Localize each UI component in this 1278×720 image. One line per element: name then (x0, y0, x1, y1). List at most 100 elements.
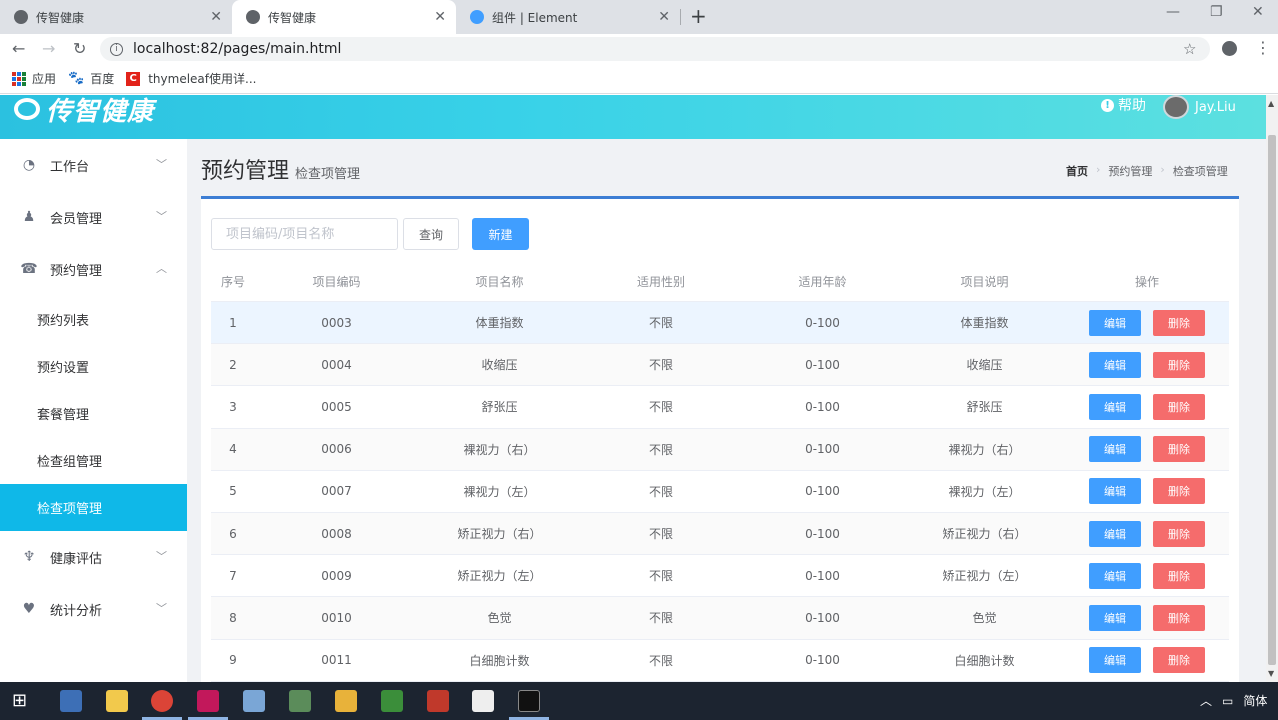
sidebar-item-checkitem-management[interactable]: 检查项管理 (0, 484, 187, 531)
url-field[interactable]: i localhost:82/pages/main.html (100, 37, 1210, 61)
sidebar-item-appointment-settings[interactable]: 预约设置 (0, 343, 187, 390)
bookmark-thymeleaf[interactable]: C thymeleaf使用详... (126, 70, 256, 87)
cell-index: 4 (229, 442, 237, 457)
profile-icon[interactable] (1222, 41, 1237, 56)
table-row[interactable]: 7 0009 矫正视力（左） 不限 0-100 矫正视力（左） 编辑 删除 (211, 555, 1229, 598)
vertical-scrollbar[interactable]: ▲ ▼ (1266, 95, 1278, 682)
close-icon[interactable]: ✕ (658, 9, 670, 25)
new-tab-icon[interactable]: + (690, 5, 707, 27)
typora-icon[interactable] (472, 690, 494, 712)
browser-tab-3[interactable]: 组件 | Element ✕ (456, 0, 680, 34)
bookmark-baidu[interactable]: 🐾 百度 (68, 70, 114, 87)
app-icon[interactable] (427, 690, 449, 712)
sidebar-menu-members[interactable]: ♟ 会员管理 ﹀ (0, 191, 187, 243)
breadcrumb-home[interactable]: 首页 (1066, 163, 1088, 179)
sidebar-menu-dashboard[interactable]: ◔ 工作台 ﹀ (0, 139, 187, 191)
minimize-icon[interactable]: — (1166, 4, 1180, 20)
cell-code: 0005 (321, 399, 352, 414)
tray-language[interactable]: 简体 (1243, 692, 1267, 709)
cell-index: 6 (229, 526, 237, 541)
edit-button[interactable]: 编辑 (1089, 562, 1141, 589)
edit-button[interactable]: 编辑 (1089, 351, 1141, 378)
bookmark-star-icon[interactable]: ☆ (1183, 40, 1196, 58)
col-header-code: 项目编码 (312, 275, 361, 289)
ime-icon[interactable]: ▭ (1222, 694, 1233, 708)
delete-button[interactable]: 删除 (1153, 647, 1205, 674)
sidebar-menu-health-assessment[interactable]: ♆ 健康评估 ﹀ (0, 531, 187, 583)
close-icon[interactable]: ✕ (434, 9, 446, 25)
new-button[interactable]: 新建 (472, 218, 529, 250)
scroll-down-icon[interactable]: ▼ (1268, 669, 1274, 678)
notepad-icon[interactable] (381, 690, 403, 712)
bookmark-apps[interactable]: 应用 (12, 70, 56, 87)
info-icon[interactable]: i (110, 42, 123, 56)
sidebar-item-checkgroup-management[interactable]: 检查组管理 (0, 437, 187, 484)
menu-kebab-icon[interactable]: ⋮ (1255, 38, 1271, 57)
edit-button[interactable]: 编辑 (1089, 436, 1141, 463)
system-tray: ︿ ▭ 简体 (1200, 692, 1267, 709)
app-icon[interactable] (289, 690, 311, 712)
dashboard-icon: ◔ (22, 157, 36, 173)
browser-tab-2[interactable]: 传智健康 ✕ (232, 0, 456, 34)
close-icon[interactable]: ✕ (210, 9, 222, 25)
search-input[interactable] (211, 218, 398, 250)
table-row[interactable]: 4 0006 裸视力（右） 不限 0-100 裸视力（右） 编辑 删除 (211, 428, 1229, 471)
breadcrumb-checkitems: 检查项管理 (1172, 165, 1228, 178)
app-icon[interactable] (335, 690, 357, 712)
sidebar-item-appointment-list[interactable]: 预约列表 (0, 296, 187, 343)
browser-tab-1[interactable]: 传智健康 ✕ (0, 0, 232, 34)
edit-button[interactable]: 编辑 (1089, 478, 1141, 505)
cell-name: 矫正视力（左） (457, 569, 542, 584)
sidebar-item-package-management[interactable]: 套餐管理 (0, 390, 187, 437)
app-icon[interactable] (243, 690, 265, 712)
app-icon[interactable] (60, 690, 82, 712)
tray-chevron-icon[interactable]: ︿ (1200, 692, 1212, 709)
cell-actions: 编辑 删除 (1065, 520, 1229, 547)
terminal-icon[interactable] (518, 690, 540, 712)
reload-icon[interactable]: ↻ (73, 39, 86, 58)
table-row[interactable]: 8 0010 色觉 不限 0-100 色觉 编辑 删除 (211, 597, 1229, 640)
delete-button[interactable]: 删除 (1153, 393, 1205, 420)
delete-button[interactable]: 删除 (1153, 309, 1205, 336)
globe-icon (14, 10, 28, 24)
scroll-up-icon[interactable]: ▲ (1268, 99, 1274, 108)
delete-button[interactable]: 删除 (1153, 520, 1205, 547)
table-row[interactable]: 3 0005 舒张压 不限 0-100 舒张压 编辑 删除 (211, 386, 1229, 429)
csdn-icon: C (126, 71, 141, 86)
back-icon[interactable]: ← (12, 39, 25, 58)
table-row[interactable]: 1 0003 体重指数 不限 0-100 体重指数 编辑 删除 (211, 302, 1229, 345)
table-row[interactable]: 5 0007 裸视力（左） 不限 0-100 裸视力（左） 编辑 删除 (211, 471, 1229, 513)
cell-remark: 矫正视力（左） (942, 569, 1027, 584)
file-explorer-icon[interactable] (106, 690, 128, 712)
windows-start-icon[interactable]: ⊞ (12, 690, 34, 712)
edit-button[interactable]: 编辑 (1089, 520, 1141, 547)
edit-button[interactable]: 编辑 (1089, 309, 1141, 336)
scrollbar-thumb[interactable] (1268, 135, 1276, 665)
user-menu[interactable]: Jay.Liu (1163, 95, 1236, 119)
sidebar-menu-statistics[interactable]: ♥ 统计分析 ﹀ (0, 583, 187, 635)
sub-item-label: 检查项管理 (37, 502, 103, 517)
cell-code: 0011 (321, 653, 352, 668)
delete-button[interactable]: 删除 (1153, 604, 1205, 631)
table-row[interactable]: 6 0008 矫正视力（右） 不限 0-100 矫正视力（右） 编辑 删除 (211, 512, 1229, 556)
sidebar-menu-appointments[interactable]: ☎ 预约管理 ︿ (0, 243, 187, 295)
delete-button[interactable]: 删除 (1153, 351, 1205, 378)
table-row[interactable]: 2 0004 收缩压 不限 0-100 收缩压 编辑 删除 (211, 344, 1229, 387)
forward-icon[interactable]: → (42, 39, 55, 58)
edit-button[interactable]: 编辑 (1089, 604, 1141, 631)
delete-button[interactable]: 删除 (1153, 562, 1205, 589)
window-close-icon[interactable]: ✕ (1252, 4, 1264, 20)
intellij-icon[interactable] (197, 690, 219, 712)
help-link[interactable]: ! 帮助 (1101, 95, 1146, 115)
edit-button[interactable]: 编辑 (1089, 647, 1141, 674)
logo[interactable]: 传智健康 (14, 95, 154, 127)
user-icon: ♟ (22, 209, 36, 225)
query-button[interactable]: 查询 (403, 218, 459, 250)
delete-button[interactable]: 删除 (1153, 478, 1205, 505)
globe-icon (246, 10, 260, 24)
table-row[interactable]: 9 0011 白细胞计数 不限 0-100 白细胞计数 编辑 删除 (211, 640, 1229, 682)
chrome-icon[interactable] (151, 690, 173, 712)
maximize-icon[interactable]: ❐ (1210, 4, 1223, 20)
delete-button[interactable]: 删除 (1153, 436, 1205, 463)
edit-button[interactable]: 编辑 (1089, 393, 1141, 420)
